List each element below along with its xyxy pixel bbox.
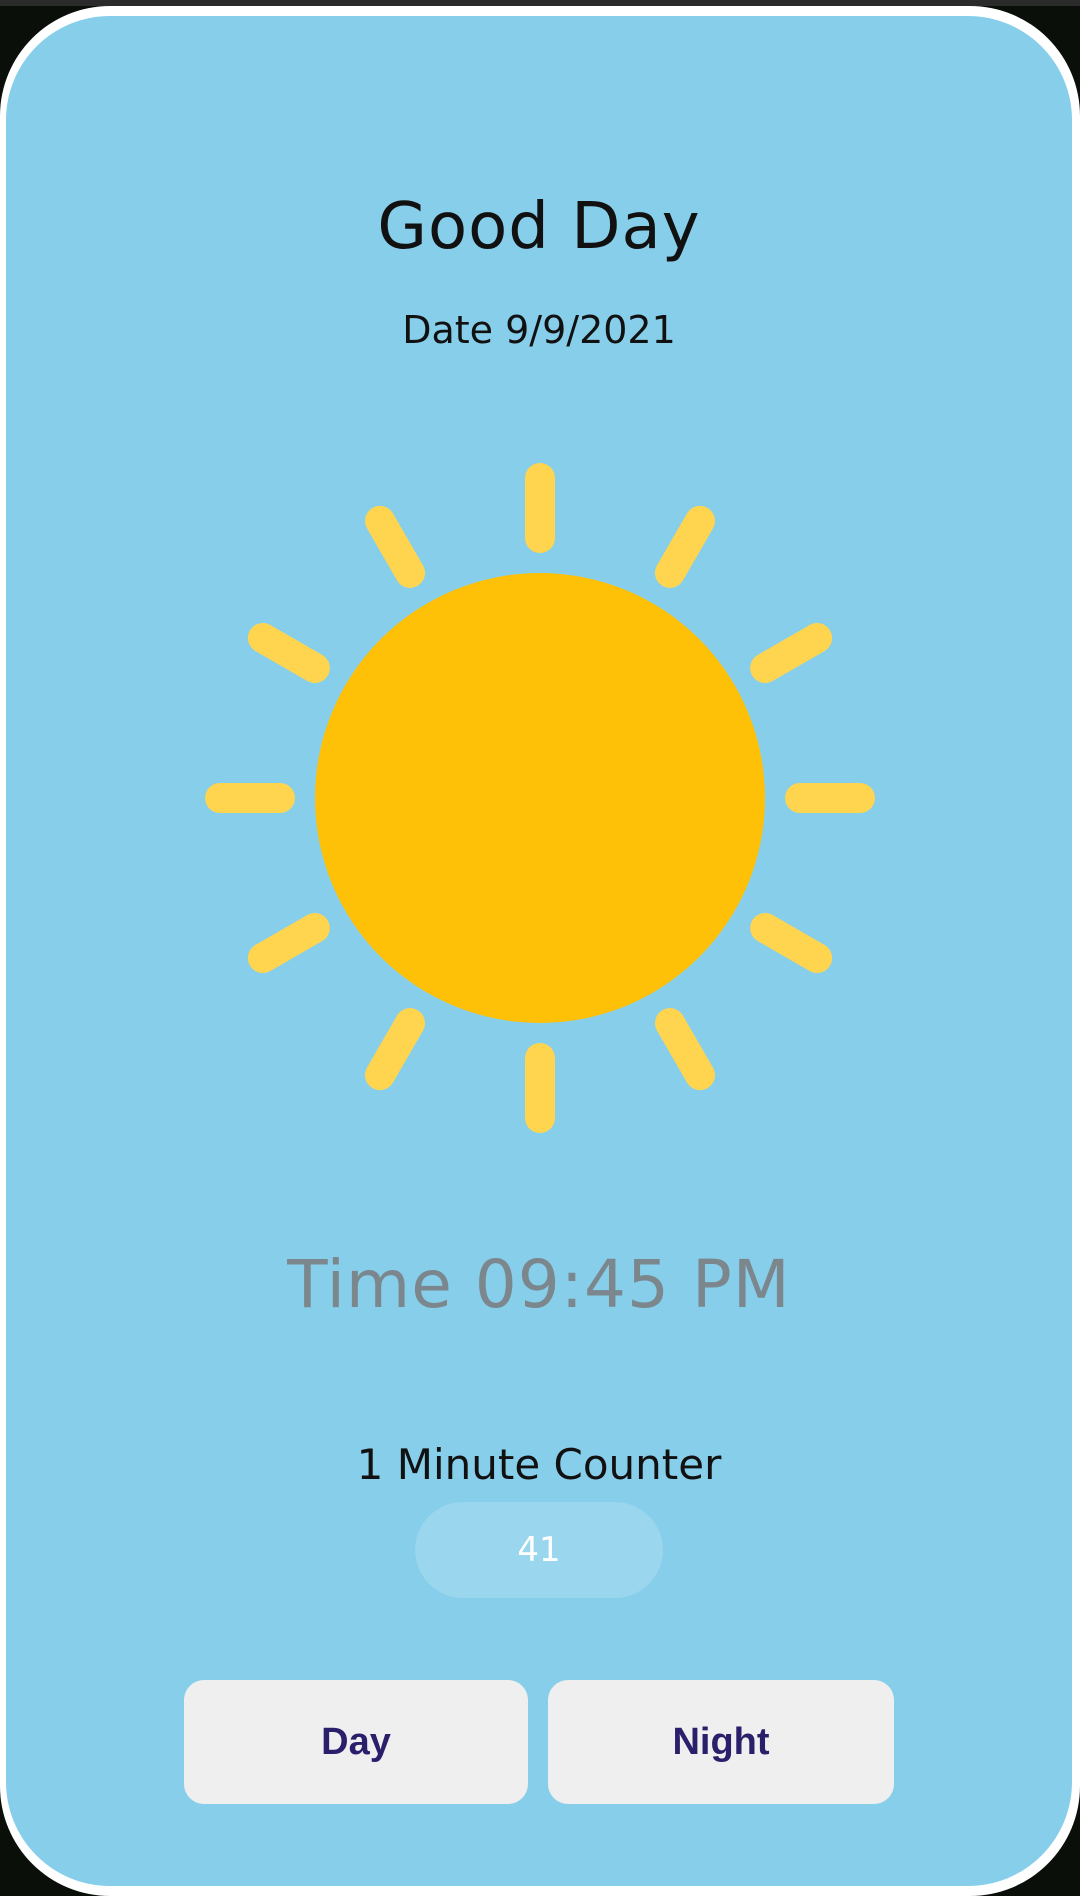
counter-label: 1 Minute Counter: [356, 1440, 722, 1489]
device-frame: Good Day Date 9/9/2021 Time 09:45 PM 1 M…: [0, 6, 1080, 1896]
sun-ray: [247, 623, 330, 683]
sun-ray: [750, 623, 833, 683]
sun-ray: [655, 505, 715, 588]
sun-ray: [365, 1008, 425, 1091]
sun-ray: [247, 913, 330, 973]
sun-icon: [205, 463, 875, 1133]
day-button[interactable]: Day: [184, 1680, 528, 1804]
app-screen: Good Day Date 9/9/2021 Time 09:45 PM 1 M…: [6, 16, 1072, 1886]
time-display: Time 09:45 PM: [287, 1246, 791, 1323]
sun-ray: [365, 505, 425, 588]
sun-ray: [655, 1008, 715, 1091]
counter-value: 41: [415, 1502, 663, 1598]
sun-ray: [750, 913, 833, 973]
greeting-title: Good Day: [377, 190, 701, 264]
night-button[interactable]: Night: [548, 1680, 894, 1804]
date-text: Date 9/9/2021: [402, 308, 676, 352]
sun-disc: [315, 573, 765, 1023]
